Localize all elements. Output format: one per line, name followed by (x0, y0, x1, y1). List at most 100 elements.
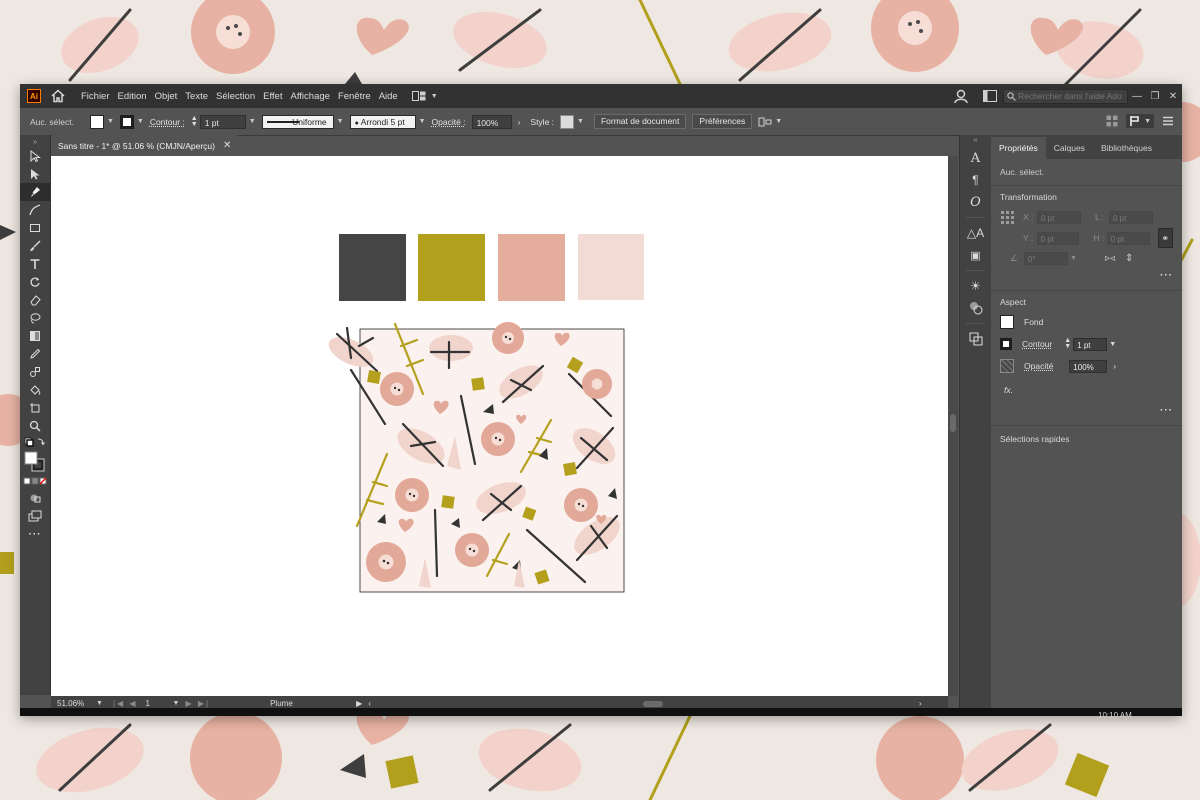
stroke-profile-field[interactable]: Uniforme (261, 114, 334, 129)
menu-aide[interactable]: Aide (375, 91, 402, 102)
glyphs-panel-button[interactable]: △A (960, 222, 991, 244)
rotate-tool[interactable] (20, 273, 50, 291)
swatch-charcoal[interactable] (339, 234, 406, 301)
opacity-label[interactable]: Opacité (1024, 361, 1053, 371)
artboard-tool[interactable] (20, 399, 50, 417)
stroke-label[interactable]: Contour : (150, 117, 185, 127)
chevron-down-icon[interactable]: ▼ (173, 700, 180, 707)
align-control[interactable]: ▼ (758, 116, 782, 128)
artboard-prev-icons[interactable]: |◀ ◀ (113, 699, 138, 708)
fx-button[interactable]: fx. (1004, 385, 1013, 395)
app-panel-toggle[interactable]: ▼ (1126, 114, 1154, 128)
more-options-icon[interactable]: ··· (1160, 405, 1173, 416)
help-search[interactable] (1003, 88, 1128, 104)
live-paint-tool[interactable] (20, 381, 50, 399)
fill-swatch-icon[interactable] (1000, 315, 1014, 329)
chevron-down-icon[interactable]: ▼ (96, 700, 103, 707)
opacity-control[interactable]: 100% › (471, 114, 520, 129)
panel-layout-icon[interactable] (983, 90, 997, 102)
paragraph-panel-button[interactable]: ¶ (960, 169, 991, 191)
menu-icon[interactable] (1162, 115, 1174, 127)
close-button[interactable]: ✕ (1164, 87, 1182, 105)
menu-edition[interactable]: Edition (114, 91, 151, 102)
artboard-number[interactable]: 1 (146, 699, 170, 708)
menu-texte[interactable]: Texte (181, 91, 212, 102)
document-tab[interactable]: Sans titre - 1* @ 51.06 % (CMJN/Aperçu) … (52, 135, 238, 157)
tab-bibliotheques[interactable]: Bibliothèques (1093, 137, 1160, 159)
y-input[interactable]: 0 pt (1036, 231, 1080, 245)
character-panel-button[interactable]: A (960, 147, 991, 169)
h-input[interactable]: 0 pt (1106, 231, 1150, 245)
lasso-tool[interactable] (20, 309, 50, 327)
stroke-profile-control[interactable]: Uniforme ▼ (261, 114, 344, 129)
menu-fichier[interactable]: Fichier (77, 91, 114, 102)
tab-calques[interactable]: Calques (1046, 137, 1093, 159)
blend-tool[interactable] (20, 363, 50, 381)
color-guide-button[interactable]: ☀ (960, 275, 991, 297)
zoom-tool[interactable] (20, 417, 50, 435)
document-setup-button[interactable]: Format de document (593, 114, 687, 129)
style-swatch[interactable] (560, 114, 575, 129)
direct-selection-tool[interactable] (20, 165, 50, 183)
restore-button[interactable]: ❐ (1146, 87, 1164, 105)
rectangle-tool[interactable] (20, 219, 50, 237)
chevron-down-icon[interactable]: ▼ (1070, 255, 1077, 262)
stroke-weight-input[interactable]: 1 pt (1073, 337, 1108, 351)
screen-mode-tool[interactable] (20, 507, 50, 525)
preferences-button[interactable]: Préférences (692, 114, 753, 129)
default-colors-control[interactable] (20, 435, 50, 449)
tools-grip[interactable]: » (20, 135, 50, 147)
stroke-swatch-icon[interactable] (1000, 338, 1012, 350)
pathfinder-panel-button[interactable] (960, 328, 991, 350)
horizontal-scrollbar[interactable] (375, 699, 915, 709)
chevron-right-icon[interactable]: › (919, 699, 922, 708)
canvas-area[interactable] (51, 156, 948, 696)
menu-objet[interactable]: Objet (151, 91, 182, 102)
opentype-panel-button[interactable]: O (960, 191, 991, 213)
menu-effet[interactable]: Effet (259, 91, 286, 102)
draw-mode-tool[interactable] (20, 489, 50, 507)
opacity-input[interactable]: 100% (471, 114, 512, 129)
close-icon[interactable]: ✕ (223, 140, 231, 151)
opacity-label[interactable]: Opacité : (432, 117, 466, 127)
tab-proprietes[interactable]: Propriétés (991, 137, 1046, 159)
swatch-salmon-pink[interactable] (498, 234, 565, 301)
more-options-icon[interactable]: ··· (1160, 270, 1173, 281)
angle-input[interactable]: 0° (1024, 251, 1068, 265)
chevron-down-icon[interactable]: ▼ (1109, 341, 1116, 348)
help-search-input[interactable] (1016, 91, 1124, 101)
eraser-tool[interactable] (20, 291, 50, 309)
scrollbar-thumb[interactable] (950, 414, 956, 432)
type-tool[interactable] (20, 255, 50, 273)
gradient-tool[interactable] (20, 327, 50, 345)
flip-horizontal-icon[interactable]: ▹◃ (1105, 253, 1115, 264)
minimize-button[interactable]: — (1128, 87, 1146, 105)
w-input[interactable]: 0 pt (1109, 210, 1153, 224)
arrange-documents-icon[interactable] (1106, 115, 1118, 127)
artboard[interactable] (51, 156, 948, 696)
brush-control[interactable]: ● Arrondi 5 pt ▼ (349, 114, 426, 129)
stroke-weight-input[interactable]: 1 pt (199, 114, 246, 129)
style-control[interactable]: ▼ (560, 114, 584, 129)
stroke-label[interactable]: Contour (1022, 339, 1052, 349)
constrain-proportions-button[interactable]: ⚭ (1157, 228, 1174, 248)
flip-vertical-icon[interactable]: ⇕ (1125, 253, 1133, 264)
fill-stroke-control[interactable] (20, 449, 50, 475)
appearance-panel-button[interactable] (960, 297, 991, 319)
stepper-icon[interactable]: ▲ ▼ (1064, 337, 1071, 350)
chevron-right-icon[interactable]: › (1113, 361, 1116, 371)
hscroll-thumb[interactable] (642, 700, 663, 707)
menu-selection[interactable]: Sélection (212, 91, 259, 102)
artboard-next-icons[interactable]: ▶ ▶| (185, 699, 210, 708)
menu-fenetre[interactable]: Fenêtre (334, 91, 375, 102)
selection-tool[interactable] (20, 147, 50, 165)
chevron-down-icon[interactable]: ▼ (337, 118, 344, 125)
chevron-down-icon[interactable]: ▼ (419, 118, 426, 125)
chevron-down-icon[interactable]: ▼ (249, 118, 256, 125)
vertical-scrollbar[interactable] (948, 156, 958, 696)
account-icon[interactable] (953, 88, 969, 104)
play-icon[interactable]: ▶ (356, 699, 362, 708)
fill-swatch-control[interactable]: ▼ (89, 114, 114, 129)
stroke-weight-control[interactable]: ▲ ▼ 1 pt ▼ (191, 114, 256, 129)
eyedropper-tool[interactable] (20, 345, 50, 363)
